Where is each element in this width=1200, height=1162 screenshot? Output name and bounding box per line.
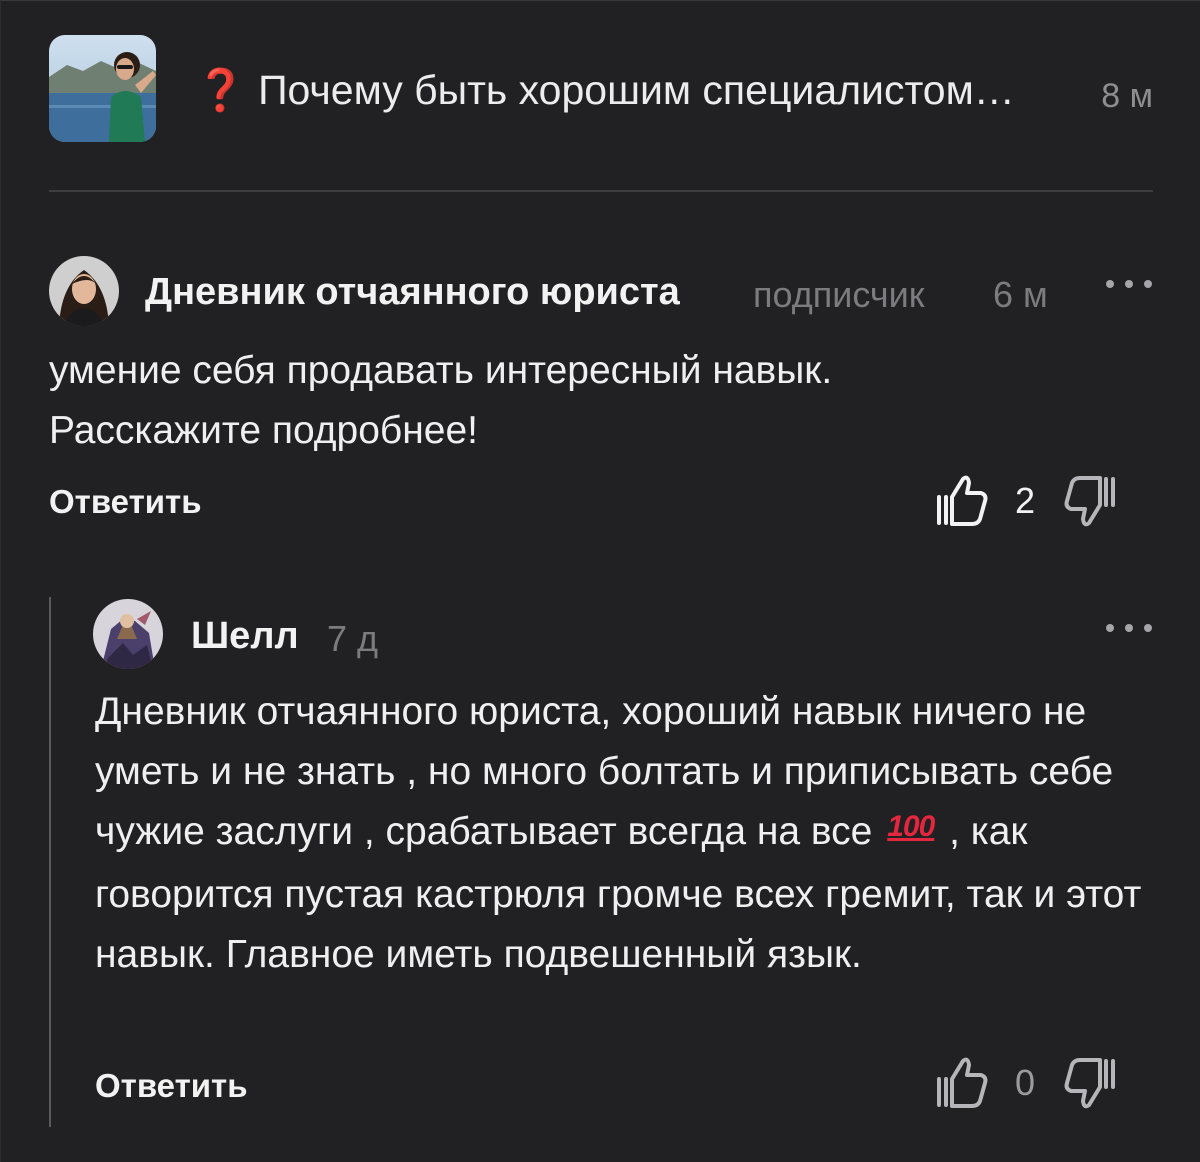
post-time: 8 м bbox=[1101, 77, 1153, 115]
thumbs-down-icon[interactable] bbox=[1063, 1055, 1117, 1111]
avatar[interactable] bbox=[49, 256, 119, 326]
thread-line bbox=[49, 597, 51, 1127]
like-count: 2 bbox=[1015, 480, 1036, 521]
hundred-points-icon: 100 bbox=[887, 810, 935, 843]
comment-text: Дневник отчаянного юриста, хороший навык… bbox=[95, 682, 1155, 985]
avatar[interactable] bbox=[93, 599, 163, 669]
thumbs-down-icon[interactable] bbox=[1063, 473, 1117, 529]
subscriber-badge: подписчик bbox=[753, 274, 925, 315]
vote-bar: 2 bbox=[935, 473, 1117, 529]
post-header[interactable]: ❓ Почему быть хорошим специалистом… 8 м bbox=[49, 35, 1153, 145]
comment-author[interactable]: Дневник отчаянного юриста bbox=[145, 271, 680, 314]
comment-author[interactable]: Шелл bbox=[191, 615, 299, 658]
question-mark-icon: ❓ bbox=[195, 67, 247, 113]
post-title-row[interactable]: ❓ Почему быть хорошим специалистом… bbox=[195, 65, 1015, 115]
comment-time: 6 м bbox=[993, 274, 1048, 315]
comment-time: 7 д bbox=[327, 618, 379, 659]
post-thumbnail[interactable] bbox=[49, 35, 156, 142]
more-options-icon[interactable] bbox=[1106, 621, 1152, 635]
reply-button[interactable]: Ответить bbox=[49, 483, 202, 521]
more-options-icon[interactable] bbox=[1106, 277, 1152, 291]
comments-panel: ❓ Почему быть хорошим специалистом… 8 м Д… bbox=[0, 0, 1200, 1162]
divider bbox=[49, 190, 1153, 192]
reply-button[interactable]: Ответить bbox=[95, 1067, 248, 1105]
vote-bar: 0 bbox=[935, 1055, 1117, 1111]
like-count: 0 bbox=[1015, 1062, 1036, 1103]
post-title[interactable]: Почему быть хорошим специалистом… bbox=[258, 67, 1015, 113]
thumbs-up-icon[interactable] bbox=[935, 1055, 989, 1111]
thumbs-up-icon[interactable] bbox=[935, 473, 989, 529]
comment-text: умение себя продавать интересный навык. … bbox=[49, 349, 833, 452]
